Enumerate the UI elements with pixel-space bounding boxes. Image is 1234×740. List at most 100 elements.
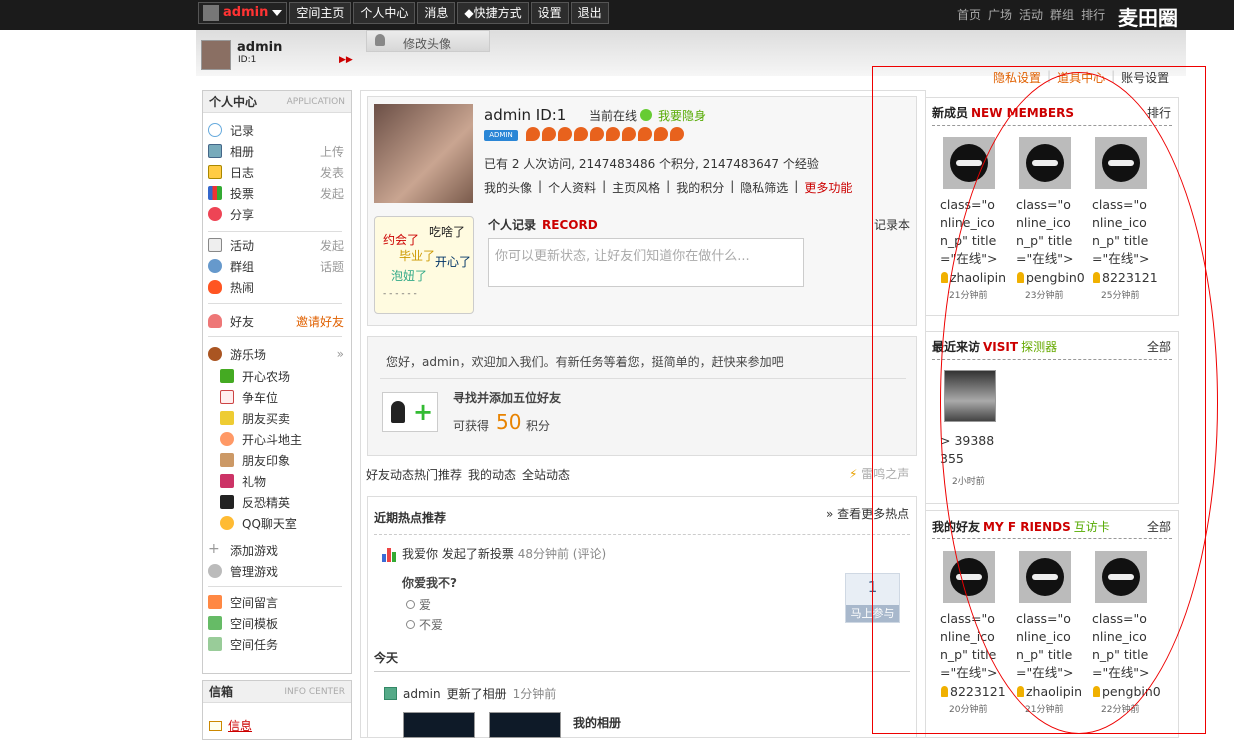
site-nav-groups[interactable]: 群组 [1050, 6, 1074, 23]
sidebar-divider [208, 303, 342, 304]
message-icon [208, 595, 222, 609]
game-gifts[interactable]: 礼物 [220, 472, 356, 490]
more-features-link[interactable]: 更多功能 [804, 179, 852, 196]
sidebar-item-playground[interactable]: 游乐场» [208, 345, 344, 363]
profile-stats: 已有 2 人次访问, 2147483486 个积分, 2147483647 个经… [484, 157, 819, 171]
site-nav: 首页 广场 活动 群组 排行 [957, 6, 1105, 23]
speech-bubble-icon [208, 123, 222, 137]
publish-link[interactable]: 发表 [320, 164, 344, 181]
site-nav-home[interactable]: 首页 [957, 6, 981, 23]
tab-my-feed[interactable]: 我的动态 [468, 466, 516, 483]
album-icon [384, 687, 397, 700]
topics-link[interactable]: 话题 [320, 258, 344, 275]
album-thumbnail[interactable] [489, 712, 561, 738]
mascot-icon [220, 432, 234, 446]
sidebar-item-tasks[interactable]: 空间任务 [208, 635, 344, 653]
medal-icon [590, 127, 604, 141]
sidebar-item-events[interactable]: 活动 发起 [208, 236, 344, 254]
medal-icon [574, 127, 588, 141]
tab-site-feed[interactable]: 全站动态 [522, 466, 570, 483]
sidebar-item-records[interactable]: 记录 [208, 121, 344, 139]
game-landlord[interactable]: 开心斗地主 [220, 430, 356, 448]
plus-icon: + [208, 541, 220, 557]
profile-name: admin ID:1 [484, 106, 567, 124]
poll-option[interactable]: 爱 [406, 596, 431, 613]
game-impression[interactable]: 朋友印象 [220, 451, 356, 469]
expand-arrow-icon[interactable]: ▶▶ [339, 55, 353, 65]
nav-personal-center[interactable]: 个人中心 [353, 2, 416, 24]
privacy-filter-link[interactable]: 隐私筛选 [740, 179, 788, 196]
poll-user-link[interactable]: 我爱你 [402, 547, 438, 561]
start-poll-link[interactable]: 发起 [320, 185, 344, 202]
header-user-id: ID:1 [238, 55, 257, 65]
photo-icon [208, 144, 222, 158]
medal-icon [558, 127, 572, 141]
add-game-link[interactable]: + 添加游戏 [208, 541, 344, 559]
messages-link[interactable]: 信息 [209, 717, 252, 734]
mood-card: 约会了 吃啥了 毕业了 开心了 泡妞了 - - - - - - [374, 216, 474, 314]
sidebar-item-guestbook[interactable]: 空间留言 [208, 593, 344, 611]
sidebar-divider [208, 336, 342, 337]
game-cs[interactable]: 反恐精英 [220, 493, 356, 511]
sidebar-item-groups[interactable]: 群组 话题 [208, 257, 344, 275]
nav-settings[interactable]: 设置 [530, 2, 569, 24]
site-nav-events[interactable]: 活动 [1019, 6, 1043, 23]
playground-icon [208, 347, 222, 361]
user-menu[interactable]: admin [198, 2, 288, 24]
task-title[interactable]: 寻找并添加五位好友 [453, 389, 561, 406]
site-nav-ranking[interactable]: 排行 [1081, 6, 1105, 23]
admin-badge: ADMIN [484, 130, 518, 141]
start-event-link[interactable]: 发起 [320, 237, 344, 254]
game-friend-trade[interactable]: 朋友买卖 [220, 409, 356, 427]
sidebar-item-hot[interactable]: 热闹 [208, 278, 344, 296]
profile-info-link[interactable]: 个人资料 [548, 179, 596, 196]
nav-logout[interactable]: 退出 [570, 2, 609, 24]
task-points: 50 [496, 410, 522, 434]
wrench-icon [208, 564, 222, 578]
highlight-oval [940, 72, 1218, 734]
tab-hot-feed[interactable]: 好友动态热门推荐 [366, 466, 462, 483]
sidebar-item-album[interactable]: 相册 上传 [208, 142, 344, 160]
album-title[interactable]: 我的相册 [573, 714, 621, 731]
group-icon [208, 259, 222, 273]
my-avatar-link[interactable]: 我的头像 [484, 179, 532, 196]
notebook-icon [208, 165, 222, 179]
site-nav-square[interactable]: 广场 [988, 6, 1012, 23]
invite-friends-link[interactable]: 邀请好友 [296, 313, 344, 330]
profile-links: 我的头像 | 个人资料 | 主页风格 | 我的积分 | 隐私筛选 | 更多功能 [484, 179, 853, 196]
my-points-link[interactable]: 我的积分 [676, 179, 724, 196]
invisible-link[interactable]: 我要隐身 [658, 107, 706, 124]
nav-messages[interactable]: 消息 [417, 2, 456, 24]
game-farm[interactable]: 开心农场 [220, 367, 356, 385]
header-avatar[interactable] [201, 40, 231, 70]
sidebar-item-templates[interactable]: 空间模板 [208, 614, 344, 632]
tab-change-avatar[interactable]: 修改头像 [366, 30, 490, 52]
poll-option[interactable]: 不爱 [406, 616, 443, 633]
medal-icon [670, 127, 684, 141]
profile-photo[interactable] [374, 104, 473, 203]
level-medals [526, 127, 684, 141]
gift-icon [220, 474, 234, 488]
nav-home[interactable]: 空间主页 [289, 2, 352, 24]
sidebar-item-friends[interactable]: 好友 邀请好友 [208, 312, 344, 330]
game-qq-chat[interactable]: QQ聊天室 [220, 514, 356, 532]
collapse-icon[interactable]: » [337, 347, 344, 361]
site-logo[interactable]: 麦田圈 [1118, 2, 1188, 30]
header-username: admin [237, 40, 283, 55]
status-input[interactable]: 你可以更新状态, 让好友们知道你在做什么... [488, 238, 804, 287]
sidebar-item-share[interactable]: 分享 [208, 205, 344, 223]
sidebar-item-blog[interactable]: 日志 发表 [208, 163, 344, 181]
chevron-down-icon [272, 10, 283, 16]
sidebar-item-poll[interactable]: 投票 发起 [208, 184, 344, 202]
upload-link[interactable]: 上传 [320, 143, 344, 160]
activity-user-link[interactable]: admin [403, 687, 441, 701]
home-style-link[interactable]: 主页风格 [612, 179, 660, 196]
album-thumbnail[interactable] [403, 712, 475, 738]
nav-shortcuts[interactable]: ◆快捷方式 [457, 2, 529, 24]
poll-icon [382, 548, 398, 562]
manage-games-link[interactable]: 管理游戏 [208, 562, 344, 580]
game-parking[interactable]: 争车位 [220, 388, 356, 406]
bar-chart-icon [208, 186, 222, 200]
sidebar-header: 个人中心 APPLICATION [203, 91, 351, 113]
add-friend-icon: + [382, 392, 438, 432]
